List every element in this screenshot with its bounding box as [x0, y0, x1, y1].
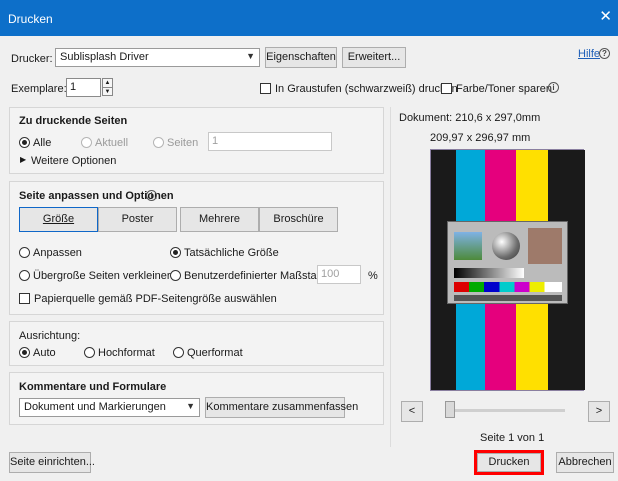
comments-title: Kommentare und Formulare: [19, 381, 167, 393]
expand-arrow-icon[interactable]: ▶: [20, 155, 26, 164]
all-pages-radio[interactable]: [19, 137, 30, 148]
copies-label: Exemplare:: [11, 83, 67, 95]
current-page-label: Aktuell: [95, 137, 129, 149]
document-size: Dokument: 210,6 x 297,0mm: [399, 112, 541, 124]
tab-size[interactable]: Größe: [19, 207, 98, 232]
help-link[interactable]: Hilfe: [578, 48, 600, 60]
close-icon[interactable]: ✕: [599, 9, 612, 24]
pages-to-print-title: Zu druckende Seiten: [19, 115, 128, 127]
paper-size: 209,97 x 296,97 mm: [430, 132, 531, 144]
chevron-down-icon: ▼: [186, 401, 195, 411]
paper-source-label: Papierquelle gemäß PDF-Seitengröße auswä…: [34, 293, 277, 305]
tab-booklet[interactable]: Broschüre: [259, 207, 338, 232]
custom-scale-radio[interactable]: [170, 270, 181, 281]
percent-label: %: [368, 270, 378, 282]
page-slider-thumb[interactable]: [445, 401, 455, 418]
more-options-link[interactable]: Weitere Optionen: [31, 155, 116, 167]
test-card-image: [447, 221, 568, 304]
printer-select-value: Sublisplash Driver: [60, 51, 149, 63]
grayscale-checkbox[interactable]: [260, 83, 271, 94]
color-bar: [454, 282, 562, 292]
copies-input[interactable]: 1: [66, 78, 101, 97]
printer-label: Drucker:: [11, 53, 53, 65]
all-pages-label: Alle: [33, 137, 52, 149]
test-card-footer: [454, 295, 562, 301]
save-ink-label: Farbe/Toner sparen: [456, 83, 552, 95]
paper-source-checkbox[interactable]: [19, 293, 30, 304]
sphere-graphic: [492, 232, 520, 260]
save-ink-checkbox[interactable]: [441, 83, 452, 94]
copies-stepper[interactable]: ▲ ▼: [102, 78, 113, 96]
printer-select[interactable]: Sublisplash Driver ▼: [55, 48, 260, 67]
fit-label: Anpassen: [33, 247, 82, 259]
page-range-input[interactable]: 1: [208, 132, 332, 151]
previous-page-button[interactable]: <: [401, 401, 423, 422]
tab-size-label: Größe: [42, 213, 75, 225]
portrait-label: Hochformat: [98, 347, 155, 359]
custom-scale-input[interactable]: 100: [317, 265, 361, 284]
tab-multiple[interactable]: Mehrere: [180, 207, 259, 232]
auto-orientation-label: Auto: [33, 347, 56, 359]
landscape-radio[interactable]: [173, 347, 184, 358]
window-title: Drucken: [8, 12, 53, 26]
orientation-title: Ausrichtung:: [19, 330, 81, 342]
page-counter: Seite 1 von 1: [480, 432, 545, 444]
portrait-photo: [528, 228, 562, 264]
current-page-radio[interactable]: [81, 137, 92, 148]
tab-poster[interactable]: Poster: [98, 207, 177, 232]
auto-orientation-radio[interactable]: [19, 347, 30, 358]
info-icon[interactable]: i: [548, 82, 559, 93]
help-icon[interactable]: ?: [599, 48, 610, 59]
landscape-label: Querformat: [187, 347, 243, 359]
actual-size-label: Tatsächliche Größe: [184, 247, 279, 259]
comments-select-value: Dokument und Markierungen: [24, 401, 166, 413]
custom-scale-label: Benutzerdefinierter Maßstab:: [184, 270, 326, 282]
chevron-down-icon: ▼: [246, 51, 255, 61]
advanced-button[interactable]: Erweitert...: [342, 47, 406, 68]
actual-size-radio[interactable]: [170, 247, 181, 258]
summarize-comments-button[interactable]: Kommentare zusammenfassen: [205, 397, 358, 418]
comments-select[interactable]: Dokument und Markierungen ▼: [19, 398, 200, 417]
info-icon[interactable]: i: [146, 190, 157, 201]
cancel-button[interactable]: Abbrechen: [556, 452, 614, 473]
spin-up-icon[interactable]: ▲: [103, 79, 112, 87]
shrink-label: Übergroße Seiten verkleinern: [33, 270, 177, 282]
grayscale-ramp: [454, 268, 524, 278]
grayscale-label: In Graustufen (schwarzweiß) drucken: [275, 83, 458, 95]
landscape-photo: [454, 232, 482, 260]
page-slider-track[interactable]: [445, 409, 565, 412]
portrait-radio[interactable]: [84, 347, 95, 358]
next-page-button[interactable]: >: [588, 401, 610, 422]
page-setup-button[interactable]: Seite einrichten...: [9, 452, 95, 473]
spin-down-icon[interactable]: ▼: [103, 87, 112, 95]
page-range-radio[interactable]: [153, 137, 164, 148]
fit-radio[interactable]: [19, 247, 30, 258]
page-range-label: Seiten: [167, 137, 199, 149]
properties-button[interactable]: Eigenschaften: [265, 47, 337, 68]
page-preview: [430, 149, 585, 391]
orientation-panel: [9, 321, 384, 366]
title-bar: Drucken ✕: [0, 0, 618, 36]
shrink-radio[interactable]: [19, 270, 30, 281]
print-button-highlight: [474, 450, 544, 475]
